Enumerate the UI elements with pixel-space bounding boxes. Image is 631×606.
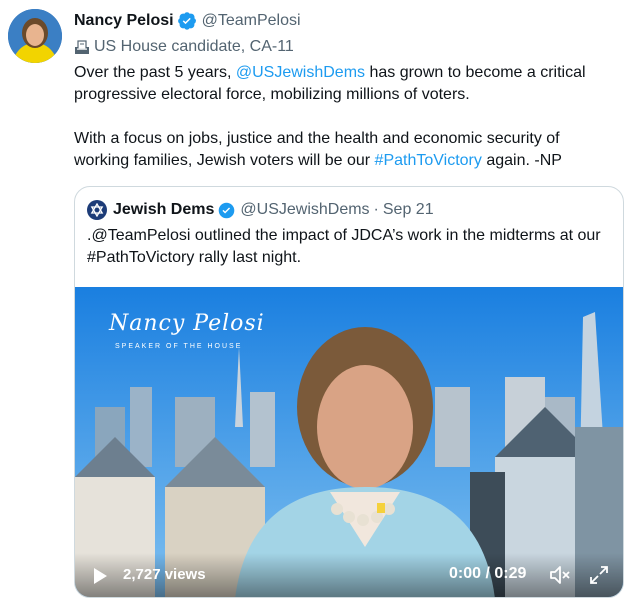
mention-link[interactable]: @USJewishDems xyxy=(236,64,365,81)
tweet-text: Over the past 5 years, @USJewishDems has… xyxy=(74,62,614,172)
tweet-text-span: Over the past 5 years, xyxy=(74,64,236,81)
tweet-text-span: again. -NP xyxy=(481,152,562,169)
tweet-paragraph-1: Over the past 5 years, @USJewishDems has… xyxy=(74,62,614,106)
account-label: US House candidate, CA-11 xyxy=(74,36,294,58)
author-name[interactable]: Nancy Pelosi xyxy=(74,12,174,30)
author-avatar[interactable] xyxy=(8,9,62,63)
quoted-tweet[interactable]: Jewish Dems @USJewishDems · Sep 21 .@Tea… xyxy=(74,186,624,598)
verified-badge-icon xyxy=(218,202,235,219)
account-label-text: US House candidate, CA-11 xyxy=(94,38,294,55)
view-count: 2,727 views xyxy=(123,566,206,583)
quoted-tweet-date: Sep 21 xyxy=(382,201,434,218)
play-icon[interactable] xyxy=(91,567,109,585)
fullscreen-icon[interactable] xyxy=(589,565,609,585)
tweet-paragraph-2: With a focus on jobs, justice and the he… xyxy=(74,128,614,172)
quoted-author-name: Jewish Dems xyxy=(113,201,215,218)
quoted-tweet-text: .@TeamPelosi outlined the impact of JDCA… xyxy=(87,227,601,266)
quoted-tweet-header: Jewish Dems @USJewishDems · Sep 21 xyxy=(87,199,434,221)
video-player[interactable]: Nancy Pelosi SPEAKER OF THE HOUSE 2,727 … xyxy=(75,287,623,597)
verified-badge-icon xyxy=(177,12,196,30)
meta-separator: · xyxy=(373,201,379,218)
quoted-author-avatar xyxy=(87,200,107,220)
video-overlay-signature: Nancy Pelosi xyxy=(109,311,265,336)
author-handle[interactable]: @TeamPelosi xyxy=(202,12,301,30)
quoted-author-handle: @USJewishDems xyxy=(240,201,370,218)
ballot-box-icon xyxy=(74,39,90,55)
volume-muted-icon[interactable] xyxy=(549,565,571,585)
video-time: 0:00 / 0:29 xyxy=(449,565,527,582)
hashtag-link[interactable]: #PathToVictory xyxy=(375,152,482,169)
tweet-header: Nancy Pelosi @TeamPelosi xyxy=(74,10,301,32)
video-overlay-subtitle: SPEAKER OF THE HOUSE xyxy=(115,343,243,350)
star-of-david-icon xyxy=(90,203,104,217)
